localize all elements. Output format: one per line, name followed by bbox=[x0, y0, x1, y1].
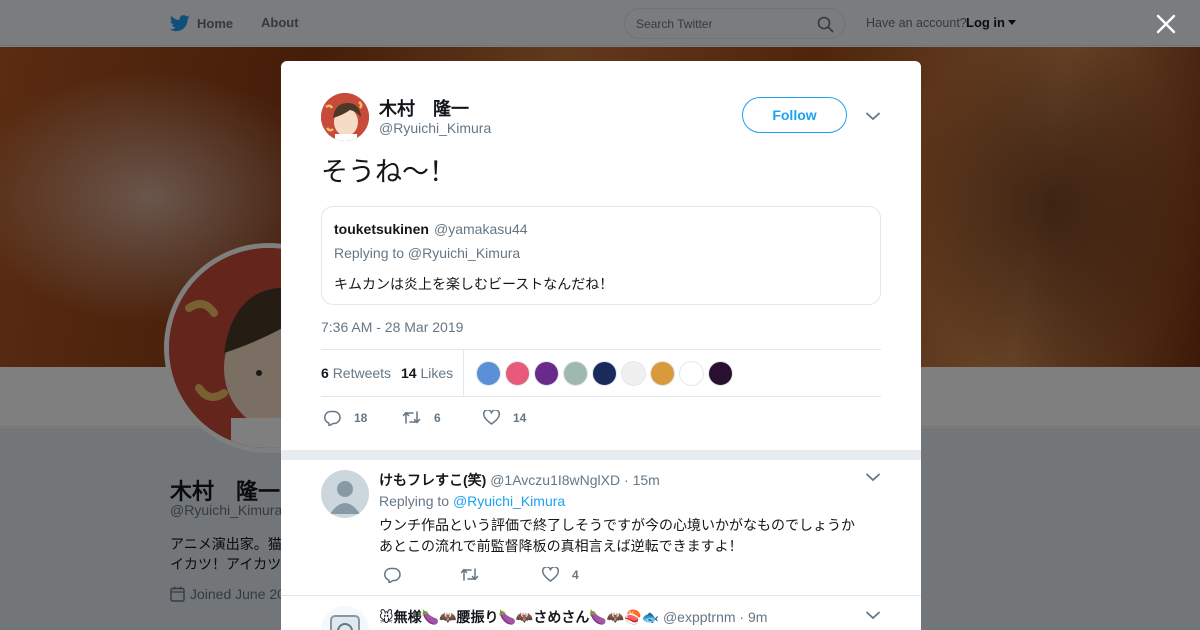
retweet-count: 6 bbox=[434, 410, 441, 425]
reply-avatar[interactable] bbox=[321, 606, 369, 630]
quoted-replying-to: Replying to @Ryuichi_Kimura bbox=[334, 245, 521, 261]
reply-header: 🐭無様🍆🦇腰振り🍆🦇さめさん🍆🦇🍣🐟 @expptrnm · 9m bbox=[379, 607, 767, 627]
reply-text: ウンチ作品という評価で終了しそうですが今の心境いかがなものでしょうか あとこの流… bbox=[379, 517, 855, 554]
heart-icon bbox=[483, 410, 500, 425]
liker-avatar[interactable] bbox=[476, 361, 501, 386]
retweets-count: 6 bbox=[321, 365, 329, 381]
reply-icon bbox=[323, 410, 341, 426]
liker-avatar[interactable] bbox=[650, 361, 675, 386]
reply-reply-action[interactable] bbox=[383, 567, 414, 583]
reply-replying-to: Replying to @Ryuichi_Kimura bbox=[379, 493, 565, 509]
close-icon[interactable] bbox=[1155, 13, 1177, 35]
reply-author-handle[interactable]: @1Avczu1I8wNglXD bbox=[490, 472, 620, 488]
retweet-action[interactable]: 6 bbox=[402, 410, 441, 425]
like-action[interactable]: 14 bbox=[483, 410, 526, 425]
reply-like-count: 4 bbox=[572, 567, 579, 582]
liker-avatar[interactable] bbox=[621, 361, 646, 386]
retweets-stat[interactable]: 6 Retweets bbox=[321, 365, 391, 381]
quoted-tweet[interactable]: touketsukinen @yamakasu44 Replying to @R… bbox=[321, 206, 881, 305]
tweet-author-handle[interactable]: @Ryuichi_Kimura bbox=[379, 120, 491, 136]
chevron-down-icon[interactable] bbox=[866, 473, 880, 482]
retweet-icon bbox=[402, 411, 421, 424]
likes-label: Likes bbox=[420, 365, 454, 381]
replying-handle-link[interactable]: @Ryuichi_Kimura bbox=[453, 493, 565, 509]
tweet-timestamp[interactable]: 7:36 AM - 28 Mar 2019 bbox=[321, 319, 463, 335]
likes-count: 14 bbox=[401, 365, 417, 381]
reply-author-name[interactable]: 🐭無様🍆🦇腰振り🍆🦇さめさん🍆🦇🍣🐟 bbox=[379, 609, 659, 625]
reply-header: けもフレすこ(笑) @1Avczu1I8wNglXD · 15m bbox=[379, 470, 660, 490]
liker-avatar[interactable] bbox=[592, 361, 617, 386]
reply-time[interactable]: · 15m bbox=[624, 472, 660, 488]
tweet-author-avatar[interactable] bbox=[321, 93, 369, 141]
quoted-author-handle: @yamakasu44 bbox=[434, 221, 528, 237]
reply-retweet-action[interactable] bbox=[460, 567, 492, 582]
tweet-stats: 6 Retweets 14 Likes bbox=[321, 349, 881, 397]
reply-count: 18 bbox=[354, 411, 368, 425]
liker-avatar[interactable] bbox=[679, 361, 704, 386]
reply-time[interactable]: · 9m bbox=[739, 609, 767, 625]
replying-prefix: Replying to bbox=[379, 493, 450, 509]
reply-avatar[interactable] bbox=[321, 470, 369, 518]
reply-like-action[interactable]: 4 bbox=[542, 567, 579, 582]
liker-avatar[interactable] bbox=[563, 361, 588, 386]
chevron-down-icon[interactable] bbox=[866, 611, 880, 620]
tweet-author-name[interactable]: 木村 隆一 bbox=[379, 95, 469, 121]
heart-icon bbox=[542, 567, 559, 582]
retweets-label: Retweets bbox=[332, 365, 392, 381]
quoted-text: キムカンは炎上を楽しむビーストなんだね！ bbox=[334, 276, 614, 292]
reply-tweet[interactable]: けもフレすこ(笑) @1Avczu1I8wNglXD · 15m Replyin… bbox=[281, 460, 921, 596]
reply-icon bbox=[383, 567, 401, 583]
follow-button[interactable]: Follow bbox=[742, 97, 847, 133]
liker-avatar[interactable] bbox=[505, 361, 530, 386]
like-count: 14 bbox=[513, 410, 527, 425]
quoted-author-name: touketsukinen bbox=[334, 221, 429, 237]
tweet-modal: 木村 隆一 @Ryuichi_Kimura Follow そうね〜！ touke… bbox=[281, 61, 921, 630]
liker-avatar[interactable] bbox=[534, 361, 559, 386]
stats-divider bbox=[463, 350, 464, 396]
reply-tweet[interactable]: 🐭無様🍆🦇腰振り🍆🦇さめさん🍆🦇🍣🐟 @expptrnm · 9m bbox=[281, 596, 921, 630]
tweet-text: そうね〜！ bbox=[321, 157, 456, 187]
reply-author-handle[interactable]: @expptrnm bbox=[663, 609, 736, 625]
chevron-down-icon[interactable] bbox=[866, 112, 880, 121]
section-separator bbox=[281, 450, 921, 460]
retweet-icon bbox=[460, 568, 479, 581]
reply-author-name[interactable]: けもフレすこ(笑) bbox=[379, 472, 486, 488]
likes-stat[interactable]: 14 Likes bbox=[401, 365, 453, 381]
liker-avatar[interactable] bbox=[708, 361, 733, 386]
reply-action[interactable]: 18 bbox=[323, 410, 367, 426]
